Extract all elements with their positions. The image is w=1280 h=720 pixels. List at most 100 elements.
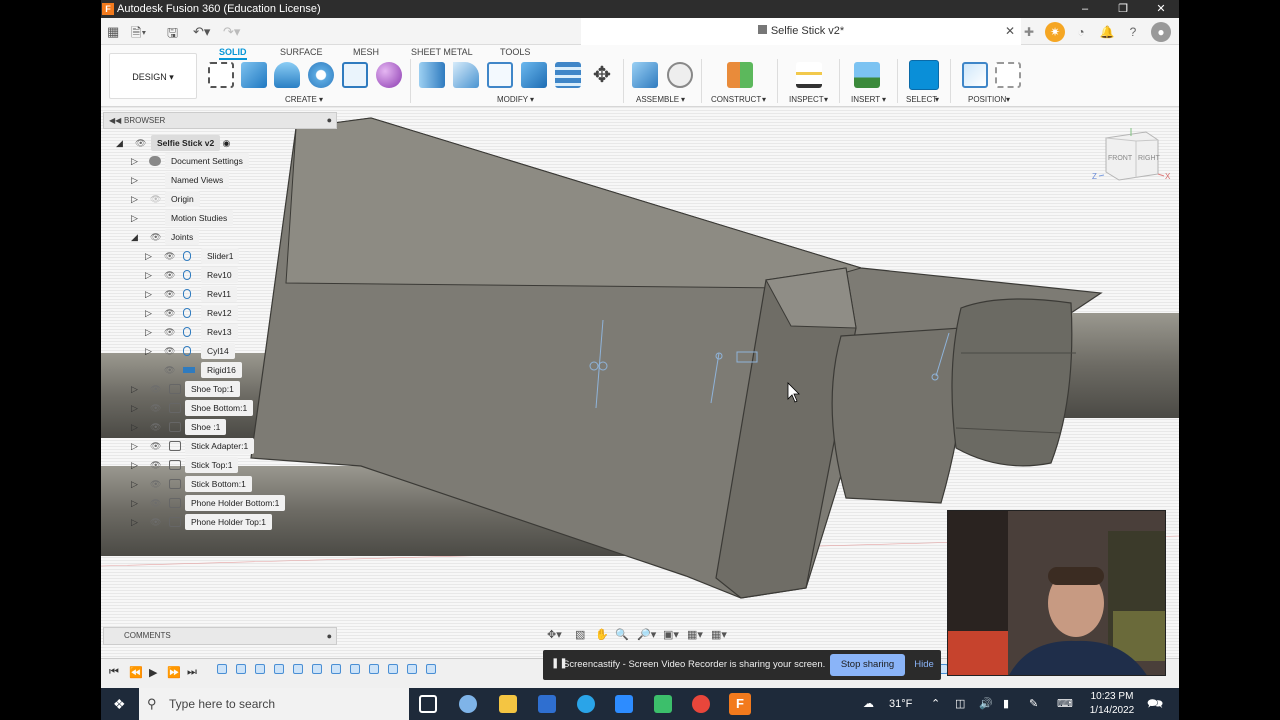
visibility-eye-icon[interactable]: 👁 [150, 381, 161, 397]
timeline-feature-icon[interactable] [331, 664, 341, 674]
browser-header[interactable]: ◀◀ BROWSER ● [103, 112, 337, 129]
tree-item[interactable]: Origin [165, 191, 200, 207]
timeline-feature-icon[interactable] [293, 664, 303, 674]
volume-icon[interactable]: 🔊 [979, 688, 993, 720]
document-tab[interactable]: Selfie Stick v2* ✕ [581, 18, 1021, 45]
create-sketch-icon[interactable] [208, 62, 234, 88]
group-construct[interactable]: CONSTRUCT [711, 95, 761, 104]
timeline-last-icon[interactable]: ⏭ [187, 666, 197, 679]
insert-image-icon[interactable] [854, 62, 880, 88]
expand-triangle-icon[interactable]: ▷ [131, 514, 139, 530]
group-assemble[interactable]: ASSEMBLE [636, 95, 679, 104]
hole-icon[interactable] [308, 62, 334, 88]
timeline-prev-icon[interactable]: ⏪ [129, 666, 143, 679]
offset-plane-icon[interactable] [727, 62, 753, 88]
group-select[interactable]: SELECT [906, 95, 937, 104]
collapse-icon[interactable]: ◀◀ [109, 113, 121, 128]
stick-top[interactable] [951, 298, 1073, 467]
expand-triangle-icon[interactable]: ▷ [131, 210, 139, 226]
tree-item[interactable]: Shoe Top:1 [185, 381, 240, 397]
expand-triangle-icon[interactable]: ▷ [131, 172, 139, 188]
new-component-icon[interactable] [632, 62, 658, 88]
form-icon[interactable] [376, 62, 402, 88]
visibility-eye-icon[interactable]: 👁 [164, 305, 175, 321]
expand-triangle-icon[interactable]: ◢ [116, 135, 124, 151]
visibility-eye-icon[interactable]: 👁 [150, 476, 161, 492]
tree-item[interactable]: Motion Studies [165, 210, 234, 226]
fit-icon[interactable]: 🔎▾ [637, 628, 656, 641]
visibility-eye-icon[interactable]: 👁 [150, 191, 161, 207]
timeline-feature-icon[interactable] [407, 664, 417, 674]
keyboard-icon[interactable]: ⌨ [1057, 688, 1073, 720]
tree-item[interactable]: Phone Holder Bottom:1 [185, 495, 286, 511]
save-icon[interactable]: 🖫 [167, 24, 178, 46]
activate-radio-icon[interactable]: ◉ [223, 138, 231, 148]
tree-item[interactable]: Slider1 [201, 248, 240, 264]
measure-icon[interactable] [796, 62, 822, 88]
restore-button[interactable]: ❐ [1105, 0, 1141, 18]
tree-item[interactable]: Rev12 [201, 305, 238, 321]
visibility-eye-icon[interactable]: 👁 [164, 343, 175, 359]
expand-triangle-icon[interactable]: ▷ [131, 438, 139, 454]
capture-position-icon[interactable] [962, 62, 988, 88]
expand-triangle-icon[interactable]: ▷ [131, 153, 139, 169]
file-menu-icon[interactable]: 🗎▾ [131, 24, 146, 46]
visibility-eye-icon[interactable]: 👁 [135, 135, 146, 151]
orbit-icon[interactable]: ✥▾ [547, 628, 562, 641]
extrude-icon[interactable] [241, 62, 267, 88]
expand-triangle-icon[interactable]: ▷ [145, 286, 153, 302]
collapse-triangle-icon[interactable]: ◢ [131, 229, 139, 245]
expand-triangle-icon[interactable]: ▷ [145, 248, 153, 264]
tree-item[interactable]: Cyl14 [201, 343, 235, 359]
job-status-icon[interactable]: ◔ [1071, 22, 1091, 42]
weather-temp[interactable]: 31°F [889, 688, 912, 720]
visibility-eye-icon[interactable]: 👁 [150, 419, 161, 435]
tree-item[interactable]: Rev13 [201, 324, 238, 340]
expand-triangle-icon[interactable]: ▷ [131, 419, 139, 435]
visibility-eye-icon[interactable]: 👁 [164, 324, 175, 340]
visibility-eye-icon[interactable]: 👁 [150, 457, 161, 473]
expand-triangle-icon[interactable]: ▷ [131, 400, 139, 416]
undo-icon[interactable]: ↶▾ [193, 24, 210, 40]
profile-avatar[interactable]: ● [1151, 22, 1171, 42]
timeline-feature-icon[interactable] [350, 664, 360, 674]
shell-icon[interactable] [487, 62, 513, 88]
tree-item[interactable]: Rev10 [201, 267, 238, 283]
group-modify[interactable]: MODIFY [497, 95, 528, 104]
tab-solid[interactable]: SOLID [219, 47, 247, 60]
tree-item[interactable]: Document Settings [165, 153, 249, 169]
group-insert[interactable]: INSERT [851, 95, 880, 104]
expand-triangle-icon[interactable]: ▷ [131, 191, 139, 207]
expand-triangle-icon[interactable]: ▷ [145, 267, 153, 283]
tree-item[interactable]: Rev11 [201, 286, 237, 302]
visibility-eye-icon[interactable]: 👁 [150, 229, 161, 245]
new-tab-icon[interactable]: ✚ [1019, 22, 1039, 42]
visibility-eye-icon[interactable]: 👁 [150, 400, 161, 416]
calculator-icon[interactable] [538, 695, 556, 713]
file-explorer-icon[interactable] [499, 695, 517, 713]
hide-button[interactable]: Hide [911, 654, 937, 676]
timeline-play-icon[interactable]: ▶ [149, 666, 157, 679]
fusion-taskbar-icon[interactable]: F [729, 693, 751, 715]
pattern-icon[interactable] [342, 62, 368, 88]
visibility-eye-icon[interactable]: 👁 [150, 514, 161, 530]
weather-icon[interactable]: ☁ [863, 688, 874, 720]
tab-sheet-metal[interactable]: SHEET METAL [411, 47, 473, 57]
display-settings-icon[interactable]: ▣▾ [663, 628, 679, 641]
help-icon[interactable]: ? [1123, 22, 1143, 42]
tree-root[interactable]: Selfie Stick v2 ◉ [151, 135, 230, 151]
look-at-icon[interactable]: ▧ [575, 628, 585, 641]
visibility-eye-icon[interactable]: 👁 [164, 362, 175, 378]
pan-icon[interactable]: ✋ [595, 628, 609, 641]
timeline-feature-icon[interactable] [426, 664, 436, 674]
timeline-feature-icon[interactable] [274, 664, 284, 674]
timeline-first-icon[interactable]: ⏮ [109, 666, 119, 679]
tree-item[interactable]: Shoe :1 [185, 419, 227, 435]
network-icon[interactable]: ◫ [955, 688, 965, 720]
clock[interactable]: 10:23 PM 1/14/2022 [1087, 690, 1137, 718]
stick-adapter[interactable] [831, 327, 965, 504]
move-icon[interactable]: ✥ [589, 62, 615, 88]
visibility-eye-icon[interactable]: 👁 [164, 267, 175, 283]
tree-item[interactable]: Shoe Bottom:1 [185, 400, 254, 416]
tab-tools[interactable]: TOOLS [500, 47, 530, 57]
